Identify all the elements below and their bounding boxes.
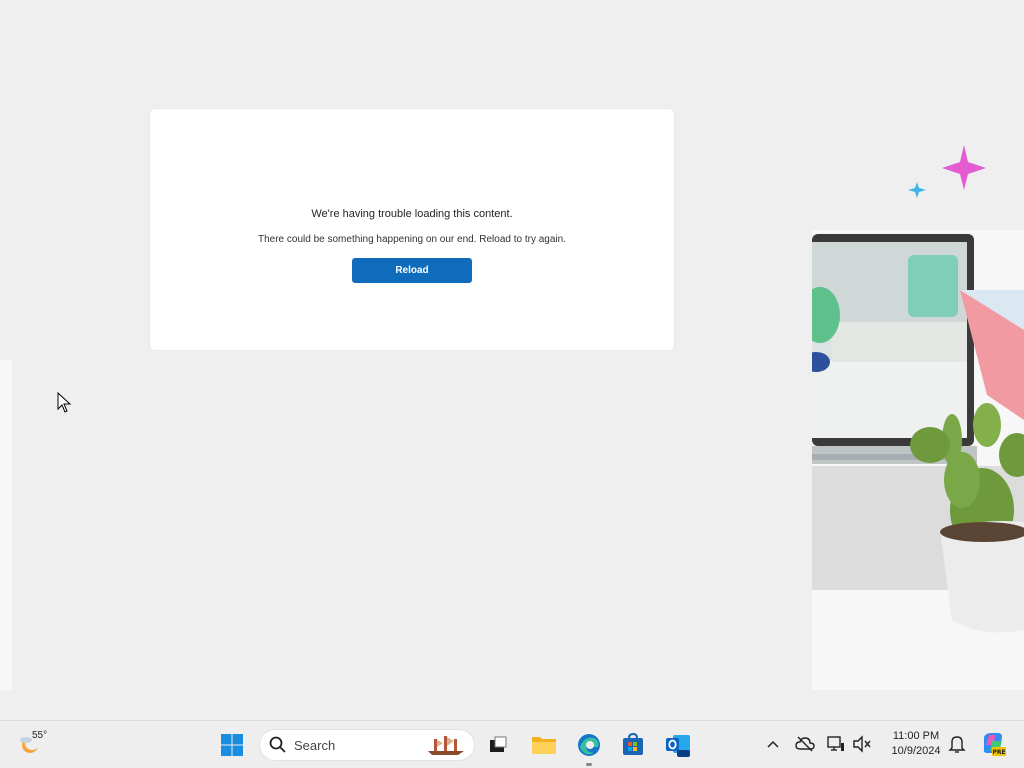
cloud-offline-icon <box>795 736 815 752</box>
desk-scene-illustration <box>812 145 1024 690</box>
reload-button[interactable]: Reload <box>352 258 472 283</box>
taskbar-clock[interactable]: 11:00 PM 10/9/2024 <box>880 729 952 759</box>
volume-button[interactable] <box>851 733 873 755</box>
outlook-new-button[interactable] <box>664 731 692 759</box>
error-title: We're having trouble loading this conten… <box>311 208 513 220</box>
show-hidden-icons-button[interactable] <box>762 733 784 755</box>
edge-browser-button[interactable] <box>575 731 603 759</box>
weather-widget[interactable]: 55° <box>16 729 56 761</box>
network-button[interactable] <box>825 733 847 755</box>
clock-time: 11:00 PM <box>892 730 940 742</box>
chevron-up-icon <box>767 740 779 748</box>
onedrive-status-button[interactable] <box>794 733 816 755</box>
blue-sparkle-icon <box>908 182 926 198</box>
task-view-icon <box>490 736 507 752</box>
folder-icon <box>532 737 556 754</box>
taskbar: 55° Search 11:00 PM 10/9/2024 PRE <box>0 720 1024 768</box>
start-button[interactable] <box>218 731 246 759</box>
edge-icon <box>578 734 600 756</box>
copilot-icon: PRE <box>983 733 1006 756</box>
outlook-icon <box>666 735 690 757</box>
store-icon <box>623 733 643 755</box>
search-highlight-ship-icon <box>428 736 464 755</box>
file-explorer-button[interactable] <box>530 731 558 759</box>
weather-temperature: 55° <box>32 730 48 741</box>
left-edge-strip <box>0 360 12 690</box>
notification-bell-icon <box>948 736 966 753</box>
windows-logo-icon <box>221 734 243 756</box>
task-view-button[interactable] <box>484 731 512 759</box>
error-card: We're having trouble loading this conten… <box>150 109 674 350</box>
mouse-cursor-icon <box>57 392 72 413</box>
speaker-muted-icon <box>853 735 871 753</box>
search-label: Search <box>294 738 336 753</box>
error-message: There could be something happening on ou… <box>258 234 566 245</box>
taskbar-search-box[interactable]: Search <box>259 729 475 761</box>
search-icon <box>269 736 286 753</box>
copilot-pre-badge: PRE <box>992 749 1005 756</box>
decorative-illustration <box>812 140 1024 690</box>
notifications-button[interactable] <box>946 733 968 755</box>
clock-date: 10/9/2024 <box>891 745 941 757</box>
pink-sparkle-icon <box>942 145 986 190</box>
network-display-icon <box>827 736 844 751</box>
microsoft-store-button[interactable] <box>619 731 647 759</box>
active-app-indicator <box>586 763 592 766</box>
copilot-button[interactable]: PRE <box>980 731 1006 757</box>
